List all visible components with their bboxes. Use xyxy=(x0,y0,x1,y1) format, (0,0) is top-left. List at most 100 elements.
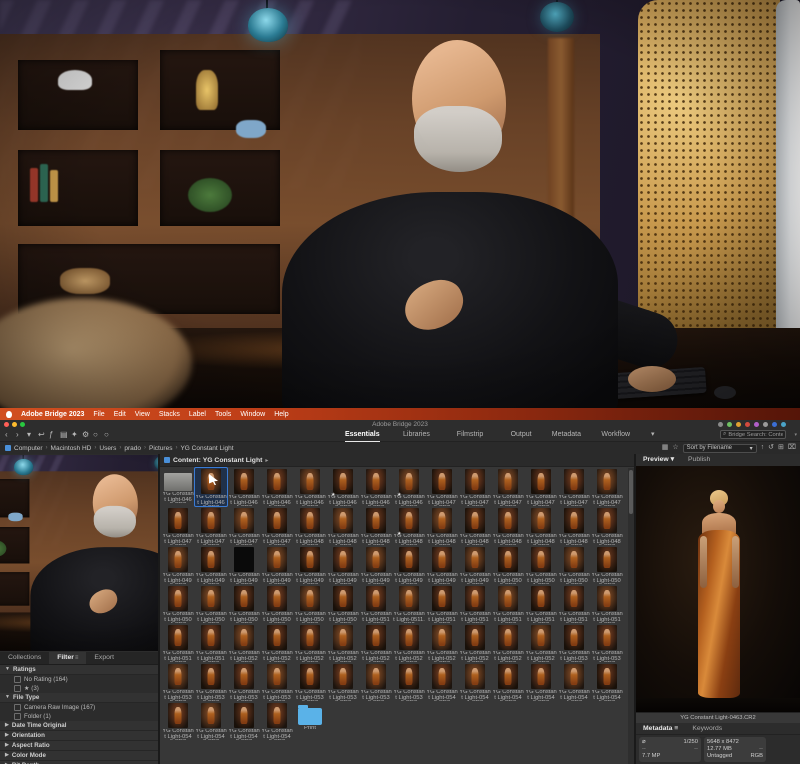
thumbnail-YG Constant Light-0504.CR2[interactable]: YG Constant Light-0504.CR2 xyxy=(162,585,194,623)
workspace-tab-metadata[interactable]: Metadata xyxy=(552,429,581,441)
thumbnail-YG Constant Light-0499.CR2[interactable]: YG Constant Light-0499.CR2 xyxy=(459,546,491,584)
menubar-status-icon[interactable] xyxy=(754,422,759,427)
rotate-icon[interactable]: ↺ xyxy=(768,442,774,454)
thumbnail-YG Constant Light-0517.CR2[interactable]: YG Constant Light-0517.CR2 xyxy=(591,585,623,623)
menu-app-name[interactable]: Adobe Bridge 2023 xyxy=(21,411,84,418)
thumbnail-YG Constant Light-0522.CR2[interactable]: YG Constant Light-0522.CR2 xyxy=(294,624,326,662)
thumbnail-YG Constant Light-0539.CR2[interactable]: YG Constant Light-0539.CR2 xyxy=(393,663,425,701)
sort-by-select[interactable]: Sort by Filename ▾ xyxy=(683,444,757,453)
filter-item[interactable]: ★ (3) xyxy=(0,684,158,693)
delete-icon[interactable]: ⌧ xyxy=(788,442,796,454)
camera-raw-icon[interactable]: ✦ xyxy=(71,429,78,441)
thumbnail-YG Constant Light-0491.CR2[interactable]: YG Constant Light-0491.CR2 xyxy=(195,546,227,584)
boomerang-return-icon[interactable]: ↩ xyxy=(38,429,45,441)
thumbnail-YG Constant Light-0532.CR2[interactable]: YG Constant Light-0532.CR2 xyxy=(162,663,194,701)
thumbnail-YG Constant Light-0527.CR2[interactable]: YG Constant Light-0527.CR2 xyxy=(459,624,491,662)
filter-group-color-mode[interactable]: ▶Color Mode xyxy=(0,751,158,761)
thumbnail-YG Constant Light-0498.CR2[interactable]: YG Constant Light-0498.CR2 xyxy=(426,546,458,584)
thumbnail-YG Constant Light-0497.CR2[interactable]: YG Constant Light-0497.CR2 xyxy=(393,546,425,584)
thumbnail-YG Constant Light-0484.CR2[interactable]: YG Constant Light-0484.CR2 xyxy=(426,507,458,545)
thumbnail-YG Constant Light-0508.CR2[interactable]: YG Constant Light-0508.CR2 xyxy=(294,585,326,623)
thumbnail-YG Constant Light-0487.CR2[interactable]: YG Constant Light-0487.CR2 xyxy=(525,507,557,545)
get-photos-camera-icon[interactable]: ▤ xyxy=(60,429,68,441)
rotate-left-icon[interactable]: ○ xyxy=(93,429,98,441)
thumbnail-YG Constant Light-0521.CR2[interactable]: YG Constant Light-0521.CR2 xyxy=(261,624,293,662)
menu-item-stacks[interactable]: Stacks xyxy=(159,411,180,418)
thumbnail-YG Constant Light-0541.CR2[interactable]: YG Constant Light-0541.CR2 xyxy=(459,663,491,701)
thumbnail-YG Constant Light-0549.CR2[interactable]: YG Constant Light-0549.CR2 xyxy=(261,702,293,740)
thumbnail-YG Constant Light-0545.CR2[interactable]: YG Constant Light-0545.CR2 xyxy=(591,663,623,701)
thumbnail-YG Constant Light-0513.CR2[interactable]: YG Constant Light-0513.CR2 xyxy=(459,585,491,623)
menu-item-file[interactable]: File xyxy=(93,411,104,418)
thumbnail-YG Constant Light-0530.CR2[interactable]: YG Constant Light-0530.CR2 xyxy=(558,624,590,662)
thumbnail-YG Constant Light-0516.CR2[interactable]: YG Constant Light-0516.CR2 xyxy=(558,585,590,623)
menubar-status-icon[interactable] xyxy=(727,422,732,427)
workspace-tab-output[interactable]: Output xyxy=(511,429,532,441)
thumbnail-YG Constant Light-0510.CR2[interactable]: YG Constant Light-0510.CR2 xyxy=(360,585,392,623)
thumbnail-YG Constant Light-0529.CR2[interactable]: YG Constant Light-0529.CR2 xyxy=(525,624,557,662)
thumbnail-YG Constant Light-0464.CR2[interactable]: YG Constant Light-0464.CR2 xyxy=(228,468,260,506)
breadcrumb-segment[interactable]: Computer xyxy=(14,445,43,452)
workspace-tab-essentials[interactable]: Essentials xyxy=(345,429,380,442)
thumbnail-YG Constant Light-0495.CR2[interactable]: YG Constant Light-0495.CR2 xyxy=(327,546,359,584)
filter-checkbox[interactable] xyxy=(14,713,21,720)
back-icon[interactable]: ‹ xyxy=(5,429,8,441)
filter-item[interactable]: No Rating (164) xyxy=(0,675,158,684)
thumbnail-YG Constant Light-0468.CR2[interactable]: YG Constant Light-0468.CR2 xyxy=(360,468,392,506)
content-panel-header[interactable]: Content: YG Constant Light ▸ xyxy=(160,454,634,467)
filter-group-aspect-ratio[interactable]: ▶Aspect Ratio xyxy=(0,741,158,751)
thumbnail-YG Constant Light-0536.CR2[interactable]: YG Constant Light-0536.CR2 xyxy=(294,663,326,701)
thumbnail-YG Constant Light-0474.CR2[interactable]: YG Constant Light-0474.CR2 xyxy=(558,468,590,506)
apple-menu-icon[interactable] xyxy=(6,411,12,418)
sort-ascending-icon[interactable]: ↑ xyxy=(761,442,765,454)
breadcrumb-segment[interactable]: YG Constant Light xyxy=(180,445,233,452)
workspace-tab-libraries[interactable]: Libraries xyxy=(403,429,430,441)
thumbnail-YG Constant Light-0477.CR2[interactable]: YG Constant Light-0477.CR2 xyxy=(195,507,227,545)
panel-menu-icon[interactable]: ≡ xyxy=(75,655,79,661)
workspace-overflow-chevron-icon[interactable]: ▾ xyxy=(651,429,655,441)
thumbnail-YG Constant Light-0518.CR2[interactable]: YG Constant Light-0518.CR2 xyxy=(162,624,194,662)
thumbnail-YG Constant Light-0490.CR2[interactable]: YG Constant Light-0490.CR2 xyxy=(162,546,194,584)
menu-item-label[interactable]: Label xyxy=(189,411,206,418)
thumbnail-YG Constant Light-0470.CR2[interactable]: YG Constant Light-0470.CR2 xyxy=(426,468,458,506)
thumbnail-YG Constant Light-0540.CR2[interactable]: YG Constant Light-0540.CR2 xyxy=(426,663,458,701)
breadcrumb-segment[interactable]: Pictures xyxy=(149,445,172,452)
new-folder-icon[interactable]: ⊞ xyxy=(778,442,784,454)
panel-tab-collections[interactable]: Collections xyxy=(0,652,49,664)
rotate-right-icon[interactable]: ○ xyxy=(104,429,109,441)
thumbnail-YG Constant Light-0537.CR2[interactable]: YG Constant Light-0537.CR2 xyxy=(327,663,359,701)
thumbnail-YG Constant Light-0538.CR2[interactable]: YG Constant Light-0538.CR2 xyxy=(360,663,392,701)
refine-icon[interactable]: ƒ xyxy=(49,429,53,441)
filter-checkbox[interactable] xyxy=(14,676,21,683)
thumbnail-YG Constant Light-0502.CR2[interactable]: YG Constant Light-0502.CR2 xyxy=(558,546,590,584)
thumbnail-YG Constant Light-0533.CR2[interactable]: YG Constant Light-0533.CR2 xyxy=(195,663,227,701)
menubar-status-icon[interactable] xyxy=(781,422,786,427)
thumbnail-YG Constant Light-0486.CR2[interactable]: YG Constant Light-0486.CR2 xyxy=(492,507,524,545)
metadata-tab-metadata[interactable]: Metadata ≡ xyxy=(636,723,685,735)
metadata-tab-keywords[interactable]: Keywords xyxy=(685,723,729,735)
thumbnail-YG Constant Light-0485.CR2[interactable]: YG Constant Light-0485.CR2 xyxy=(459,507,491,545)
thumbnail-YG Constant Light-0524.CR2[interactable]: YG Constant Light-0524.CR2 xyxy=(360,624,392,662)
content-scrollbar[interactable] xyxy=(628,468,634,764)
thumbnail-YG Constant Light-0531.CR2[interactable]: YG Constant Light-0531.CR2 xyxy=(591,624,623,662)
thumbnail-YG Constant Light-0479.CR2[interactable]: YG Constant Light-0479.CR2 xyxy=(261,507,293,545)
menubar-status-icon[interactable] xyxy=(745,422,750,427)
menubar-status-icon[interactable] xyxy=(763,422,768,427)
thumbnail-YG Constant Light-0463.CR2[interactable]: YG Constant Light-0463.CR2 xyxy=(195,468,227,506)
thumbnail-YG Constant Light-0500.CR2[interactable]: YG Constant Light-0500.CR2 xyxy=(492,546,524,584)
thumbnail-YG Constant Light-0526.CR2[interactable]: YG Constant Light-0526.CR2 xyxy=(426,624,458,662)
filter-item[interactable]: Camera Raw Image (167) xyxy=(0,703,158,712)
filter-item[interactable]: Folder (1) xyxy=(0,712,158,721)
settings-gear-icon[interactable]: ⚙ xyxy=(82,429,89,441)
preview-tab-publish[interactable]: Publish xyxy=(681,454,717,466)
thumbnail-YG Constant Light-0528.CR2[interactable]: YG Constant Light-0528.CR2 xyxy=(492,624,524,662)
thumbnail-YG Constant Light-0534.CR2[interactable]: YG Constant Light-0534.CR2 xyxy=(228,663,260,701)
thumbnail-YG Constant Light-0544.CR2[interactable]: YG Constant Light-0544.CR2 xyxy=(558,663,590,701)
workspace-tab-workflow[interactable]: Workflow xyxy=(601,429,630,441)
thumbnail-YG Constant Light-0512.CR2[interactable]: YG Constant Light-0512.CR2 xyxy=(426,585,458,623)
thumbnail-YG Constant Light-0525.CR2[interactable]: YG Constant Light-0525.CR2 xyxy=(393,624,425,662)
thumbnail-YG Constant Light-0492.CR2[interactable]: YG Constant Light-0492.CR2 xyxy=(228,546,260,584)
filter-group-orientation[interactable]: ▶Orientation xyxy=(0,731,158,741)
thumbnail-YG Constant Light-0520.CR2[interactable]: YG Constant Light-0520.CR2 xyxy=(228,624,260,662)
thumbnail-YG Constant Light-0475.CR2[interactable]: YG Constant Light-0475.CR2 xyxy=(591,468,623,506)
